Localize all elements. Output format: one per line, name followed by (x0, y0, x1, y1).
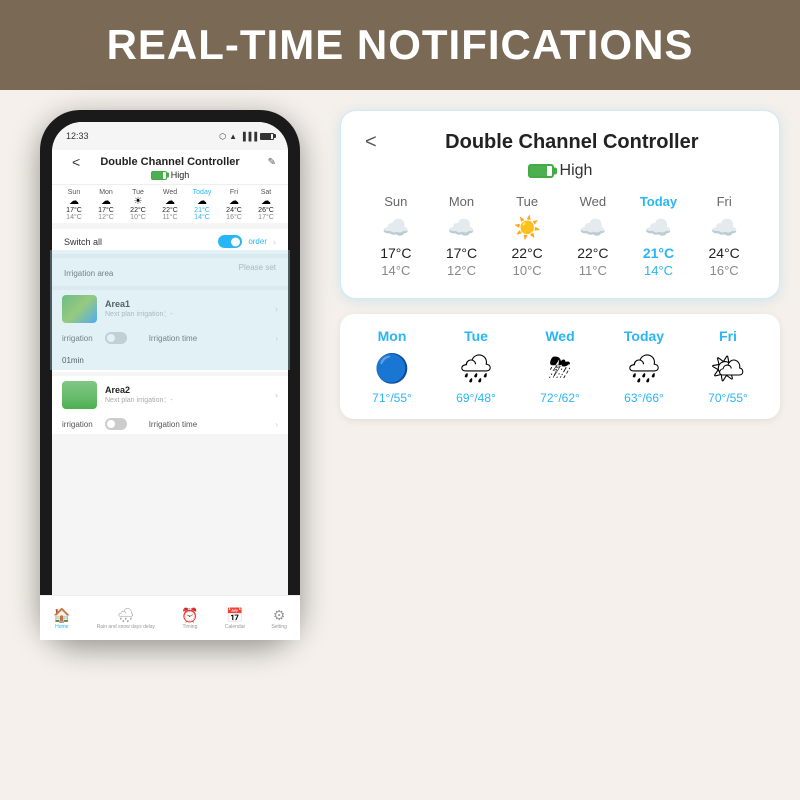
switch-all-row: Switch all order › (52, 229, 288, 254)
forecast-strip: Mon 🔵 71°/55° Tue 🌧 69°/48° Wed ⛈ 72°/62… (340, 314, 780, 419)
phone-weather-col-0: Sun ☁ 17°C 14°C (58, 189, 90, 221)
card-back-button[interactable]: < (365, 131, 377, 154)
battery-icon (260, 133, 274, 140)
app-header-row: < Double Channel Controller ✎ (64, 156, 276, 168)
card-battery-badge: High (365, 162, 755, 180)
irrigation-toggle[interactable] (105, 332, 127, 344)
right-panel: < Double Channel Controller High Sun ☁️ … (340, 110, 780, 790)
order-link[interactable]: order (248, 237, 267, 246)
phone-weather-col-6: Sat ☁ 26°C 17°C (250, 189, 282, 221)
edit-button[interactable]: ✎ (268, 157, 276, 168)
card-battery-level: High (560, 162, 593, 180)
irrigation-time-label-2: Irrigation time (149, 420, 197, 429)
phone-weather-col-4: Today ☁ 21°C 14°C (186, 189, 218, 221)
irrigation-label: irrigation (62, 334, 93, 343)
nav-item-2[interactable]: ⏰ Timing (181, 607, 198, 629)
nav-item-4[interactable]: ⚙ Setting (271, 607, 287, 629)
irrigation-area-section: Irrigation area Please set (52, 258, 288, 286)
irrigation-area-value: Please set (239, 263, 276, 272)
phone-weather-col-3: Wed ☁ 22°C 11°C (154, 189, 186, 221)
phone-screen: 12:33 ⬡ ▲ ▐▐▐ < Double Channel Control (52, 122, 288, 628)
area1-info: Area1 Next plan irrigation：- (105, 299, 267, 319)
forecast-col-1: Tue 🌧 69°/48° (434, 328, 518, 405)
phone-weather-col-1: Mon ☁ 17°C 12°C (90, 189, 122, 221)
app-header: < Double Channel Controller ✎ High (52, 150, 288, 185)
phone-mockup: 12:33 ⬡ ▲ ▐▐▐ < Double Channel Control (20, 110, 320, 790)
bluetooth-icon: ⬡ (219, 132, 226, 141)
nav-item-3[interactable]: 📅 Calendar (225, 607, 245, 629)
forecast-col-0: Mon 🔵 71°/55° (350, 328, 434, 405)
area2-name: Area2 (105, 385, 267, 395)
switch-all-label: Switch all (64, 237, 102, 247)
forecast-col-2: Wed ⛈ 72°/62° (518, 328, 602, 405)
card-title: Double Channel Controller (389, 131, 755, 154)
card-header-row: < Double Channel Controller (365, 131, 755, 154)
irrigation-area-label: Irrigation area (64, 269, 113, 278)
card-battery-icon (528, 164, 554, 178)
card-weather-grid: Sun ☁️ 17°C 14°C Mon ☁️ 17°C 12°C Tue ☀️… (365, 194, 755, 278)
irrigation-toggle-row-2: irrigation Irrigation time › (52, 414, 288, 434)
nav-item-0[interactable]: 🏠 Home (53, 607, 70, 629)
area1-arrow: › (275, 304, 278, 314)
irrigation-time-label: Irrigation time (149, 334, 197, 343)
main-content: 12:33 ⬡ ▲ ▐▐▐ < Double Channel Control (0, 90, 800, 800)
phone-bottom-nav: 🏠 Home 🌧 Rain and snow days delay ⏰ Timi… (52, 595, 288, 628)
irrigation-time-value-row: 01min (52, 348, 288, 372)
irrigation-toggle-row: irrigation Irrigation time › (52, 328, 288, 348)
phone-status-bar: 12:33 ⬡ ▲ ▐▐▐ (52, 122, 288, 150)
phone-time: 12:33 (66, 131, 89, 141)
battery-green-icon (151, 171, 167, 180)
app-title: Double Channel Controller (100, 156, 239, 168)
switch-all-toggle[interactable] (218, 235, 242, 248)
card-weather-col-5: Fri ☁️ 24°C 16°C (693, 194, 755, 278)
area2-arrow: › (275, 390, 278, 400)
card-weather-col-1: Mon ☁️ 17°C 12°C (431, 194, 493, 278)
phone-body: 12:33 ⬡ ▲ ▐▐▐ < Double Channel Control (40, 110, 300, 640)
phone-weather-col-2: Tue ☀ 22°C 10°C (122, 189, 154, 221)
controller-card: < Double Channel Controller High Sun ☁️ … (340, 110, 780, 299)
signal-icon: ▐▐▐ (240, 132, 257, 141)
forecast-col-4: Fri 🌤 70°/55° (686, 328, 770, 405)
header: REAL-TIME NOTIFICATIONS (0, 0, 800, 90)
forecast-col-3: Today 🌧 63°/66° (602, 328, 686, 405)
phone-weather-col-5: Fri ☁ 24°C 16°C (218, 189, 250, 221)
card-weather-col-2: Tue ☀️ 22°C 10°C (496, 194, 558, 278)
back-button[interactable]: < (72, 154, 80, 170)
page-title: REAL-TIME NOTIFICATIONS (107, 21, 694, 69)
area2-thumbnail (62, 381, 97, 409)
status-icons: ⬡ ▲ ▐▐▐ (219, 132, 274, 141)
card-weather-col-0: Sun ☁️ 17°C 14°C (365, 194, 427, 278)
irrigation-label-2: irrigation (62, 420, 93, 429)
card-weather-col-3: Wed ☁️ 22°C 11°C (562, 194, 624, 278)
area2-info: Area2 Next plan irrigation：- (105, 385, 267, 405)
area1-item[interactable]: Area1 Next plan irrigation：- › (52, 290, 288, 328)
phone-weather-row: Sun ☁ 17°C 14°C Mon ☁ 17°C 12°C Tue ☀ 22… (52, 185, 288, 223)
battery-badge: High (64, 170, 276, 180)
irrigation-time-value: 01min (62, 356, 84, 365)
irrigation-toggle-2[interactable] (105, 418, 127, 430)
area1-name: Area1 (105, 299, 267, 309)
area2-next: Next plan irrigation：- (105, 395, 267, 405)
area1-next: Next plan irrigation：- (105, 309, 267, 319)
card-weather-col-4: Today ☁️ 21°C 14°C (628, 194, 690, 278)
area2-item[interactable]: Area2 Next plan irrigation：- › (52, 376, 288, 414)
area1-thumbnail (62, 295, 97, 323)
nav-item-1[interactable]: 🌧 Rain and snow days delay (97, 607, 155, 629)
wifi-icon: ▲ (229, 132, 237, 141)
battery-level: High (171, 170, 190, 180)
